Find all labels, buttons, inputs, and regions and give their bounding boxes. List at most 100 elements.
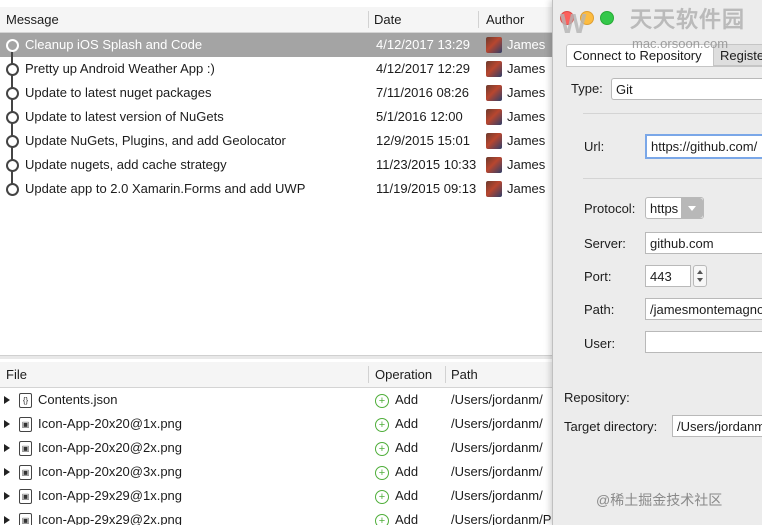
protocol-select[interactable]: https [645, 197, 704, 219]
protocol-select-value: https [650, 201, 679, 216]
json-file-icon: {} [19, 393, 32, 408]
watermark-logo-icon: W [560, 8, 587, 39]
file-name: Contents.json [38, 392, 118, 407]
file-row[interactable]: ▣ Icon-App-29x29@2x.png + Add /Users/jor… [0, 508, 552, 525]
add-operation-icon: + [375, 514, 389, 525]
type-label: Type: [571, 81, 603, 96]
commit-message: Update to latest nuget packages [25, 85, 212, 100]
column-operation[interactable]: Operation [369, 362, 445, 387]
commit-message: Update nugets, add cache strategy [25, 157, 227, 172]
disclosure-triangle-icon[interactable] [4, 444, 10, 452]
author-avatar [486, 61, 502, 77]
commit-message: Update app to 2.0 Xamarin.Forms and add … [25, 181, 306, 196]
url-field[interactable]: https://github.com/ [645, 134, 762, 159]
file-name: Icon-App-29x29@2x.png [38, 512, 183, 525]
file-row[interactable]: {} Contents.json + Add /Users/jordanm/ [0, 388, 552, 412]
commit-row[interactable]: Cleanup iOS Splash and Code 4/12/2017 13… [0, 33, 552, 57]
stepper-down-icon[interactable] [697, 278, 703, 282]
file-path: /Users/jordanm/ [451, 416, 543, 431]
add-operation-icon: + [375, 466, 389, 480]
port-stepper[interactable] [693, 265, 707, 287]
commit-date: 7/11/2016 08:26 [376, 85, 470, 100]
file-row[interactable]: ▣ Icon-App-20x20@1x.png + Add /Users/jor… [0, 412, 552, 436]
target-directory-value: /Users/jordanm [677, 419, 762, 434]
commit-row[interactable]: Update nugets, add cache strategy 11/23/… [0, 153, 552, 177]
commit-author: James [507, 37, 546, 52]
commit-row[interactable]: Pretty up Android Weather App :) 4/12/20… [0, 57, 552, 81]
image-file-icon: ▣ [19, 441, 32, 456]
chevron-down-icon [681, 198, 703, 218]
url-value: https://github.com/ [651, 139, 758, 154]
file-name: Icon-App-20x20@1x.png [38, 416, 183, 431]
user-label: User: [584, 336, 616, 351]
path-label: Path: [584, 302, 615, 317]
image-file-icon: ▣ [19, 417, 32, 432]
server-label: Server: [584, 236, 626, 251]
target-directory-label: Target directory: [564, 419, 658, 434]
juejin-watermark: @稀土掘金技术社区 [596, 492, 723, 508]
disclosure-triangle-icon[interactable] [4, 420, 10, 428]
commit-author: James [507, 61, 546, 76]
repository-label: Repository: [564, 390, 630, 405]
file-path: /Users/jordanm/Projects/JamesMontemagno/… [451, 512, 552, 525]
user-field[interactable] [645, 331, 762, 353]
commit-row[interactable]: Update to latest nuget packages 7/11/201… [0, 81, 552, 105]
port-label: Port: [584, 269, 612, 284]
image-file-icon: ▣ [19, 513, 32, 525]
commit-node-icon [6, 159, 19, 172]
column-message[interactable]: Message [0, 7, 368, 32]
watermark-url: mac.orsoon.com [632, 36, 729, 51]
server-value: github.com [650, 236, 714, 251]
url-label: Url: [584, 139, 605, 154]
file-path: /Users/jordanm/ [451, 488, 543, 503]
section-divider [583, 113, 762, 114]
file-name: Icon-App-20x20@3x.png [38, 464, 183, 479]
commit-node-icon [6, 39, 19, 52]
stepper-up-icon[interactable] [697, 270, 703, 274]
disclosure-triangle-icon[interactable] [4, 492, 10, 500]
history-header: Message Date Author [0, 7, 552, 33]
commit-row[interactable]: Update app to 2.0 Xamarin.Forms and add … [0, 177, 552, 201]
commit-date: 11/19/2015 09:13 [376, 181, 477, 196]
changed-files-list: {} Contents.json + Add /Users/jordanm/ ▣… [0, 388, 552, 525]
port-field[interactable]: 443 [645, 265, 691, 287]
commit-row[interactable]: Update NuGets, Plugins, and add Geolocat… [0, 129, 552, 153]
commit-message: Update NuGets, Plugins, and add Geolocat… [25, 133, 286, 148]
type-select[interactable]: Git [611, 78, 762, 100]
image-file-icon: ▣ [19, 489, 32, 504]
add-operation-icon: + [375, 442, 389, 456]
column-date[interactable]: Date [368, 7, 478, 32]
author-avatar [486, 37, 502, 53]
server-field[interactable]: github.com [645, 232, 762, 254]
disclosure-triangle-icon[interactable] [4, 468, 10, 476]
file-row[interactable]: ▣ Icon-App-29x29@1x.png + Add /Users/jor… [0, 484, 552, 508]
file-path: /Users/jordanm/ [451, 464, 543, 479]
column-path[interactable]: Path [445, 362, 552, 387]
file-row[interactable]: ▣ Icon-App-20x20@3x.png + Add /Users/jor… [0, 460, 552, 484]
commit-date: 4/12/2017 12:29 [376, 61, 470, 76]
file-operation: Add [395, 392, 419, 407]
file-operation: Add [395, 416, 419, 431]
commit-node-icon [6, 111, 19, 124]
section-divider [583, 178, 762, 179]
author-avatar [486, 157, 502, 173]
image-file-icon: ▣ [19, 465, 32, 480]
commit-author: James [507, 85, 546, 100]
commit-date: 4/12/2017 13:29 [376, 37, 470, 52]
path-field[interactable]: /jamesmontemagno [645, 298, 762, 320]
column-author[interactable]: Author [480, 7, 552, 32]
add-operation-icon: + [375, 490, 389, 504]
commit-message: Cleanup iOS Splash and Code [25, 37, 203, 52]
disclosure-triangle-icon[interactable] [4, 516, 10, 524]
path-value: /jamesmontemagno [650, 302, 762, 317]
target-directory-field[interactable]: /Users/jordanm [672, 415, 762, 437]
commit-row[interactable]: Update to latest version of NuGets 5/1/2… [0, 105, 552, 129]
pane-splitter[interactable] [0, 355, 552, 359]
commit-date: 5/1/2016 12:00 [376, 109, 463, 124]
file-row[interactable]: ▣ Icon-App-20x20@2x.png + Add /Users/jor… [0, 436, 552, 460]
disclosure-triangle-icon[interactable] [4, 396, 10, 404]
author-avatar [486, 133, 502, 149]
commit-author: James [507, 109, 546, 124]
column-file[interactable]: File [0, 362, 368, 387]
connect-repository-dialog: Connect to Repository Registe Type: Git … [552, 0, 762, 525]
